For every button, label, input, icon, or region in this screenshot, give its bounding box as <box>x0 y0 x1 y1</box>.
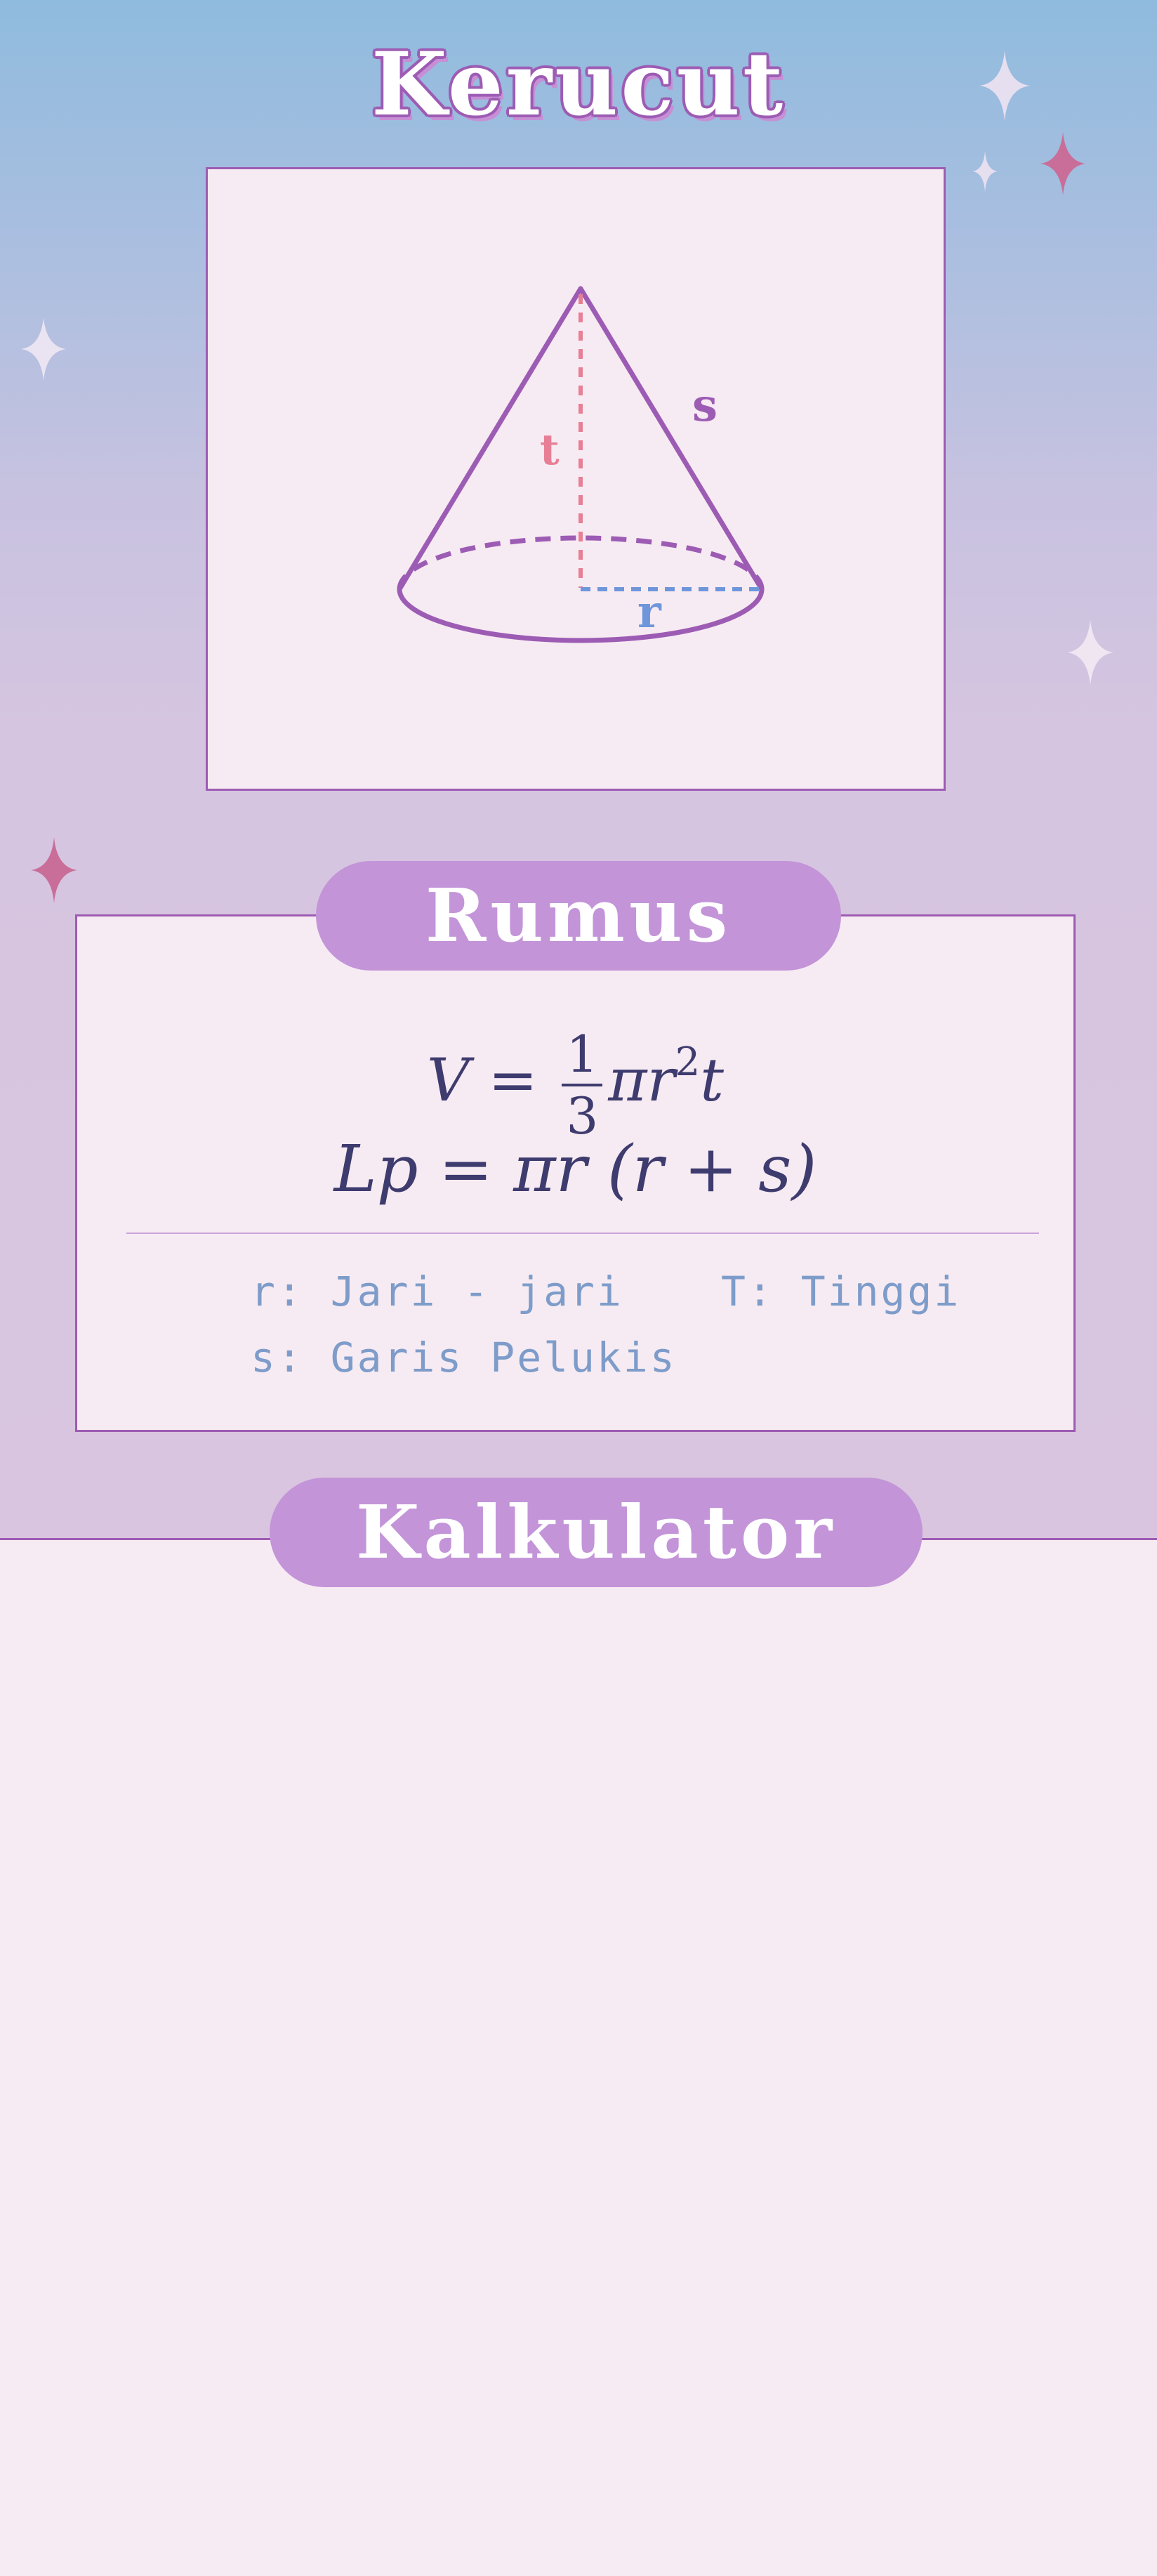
volume-lhs: V <box>426 1046 470 1115</box>
surface-formula: Lp = πr (r + s) <box>77 1131 1073 1208</box>
sparkle-icon <box>1040 132 1085 195</box>
surface-rhs: πr (r + s) <box>513 1131 817 1207</box>
sparkle-icon <box>972 151 998 192</box>
sparkle-icon <box>979 51 1030 121</box>
calculator-area <box>0 1540 1157 2576</box>
fraction-numerator: 1 <box>562 1025 603 1086</box>
radius-label: r <box>637 586 662 638</box>
legend-slant: s: Garis Pelukis <box>251 1334 677 1381</box>
legend-height: T: Tinggi <box>721 1268 961 1315</box>
surface-equals: = <box>438 1131 493 1207</box>
volume-equals: = <box>488 1046 538 1115</box>
slant-label: s <box>692 379 718 432</box>
volume-tail: t <box>700 1046 725 1115</box>
formula-divider <box>126 1233 1039 1234</box>
volume-formula: V = 1 3 πr2t <box>77 999 1073 1145</box>
volume-exponent: 2 <box>675 1039 701 1085</box>
formula-section-title: Rumus <box>316 861 841 971</box>
volume-fraction: 1 3 <box>562 1025 603 1145</box>
calculator-section-title: Kalkulator <box>270 1478 923 1587</box>
formula-panel: V = 1 3 πr2t Lp = πr (r + s) r: Jari - j… <box>75 914 1076 1432</box>
cone-diagram: t s r <box>206 167 946 791</box>
legend-radius: r: Jari - jari <box>251 1268 623 1315</box>
surface-lhs: Lp <box>333 1131 418 1207</box>
sparkle-icon <box>21 317 66 381</box>
sparkle-icon <box>1067 619 1113 685</box>
volume-pi-r: πr <box>608 1046 675 1115</box>
cone-base-back-edge <box>397 535 765 590</box>
cone-base-front-edge <box>397 589 765 643</box>
height-label: t <box>540 426 560 475</box>
sparkle-icon <box>31 837 77 903</box>
